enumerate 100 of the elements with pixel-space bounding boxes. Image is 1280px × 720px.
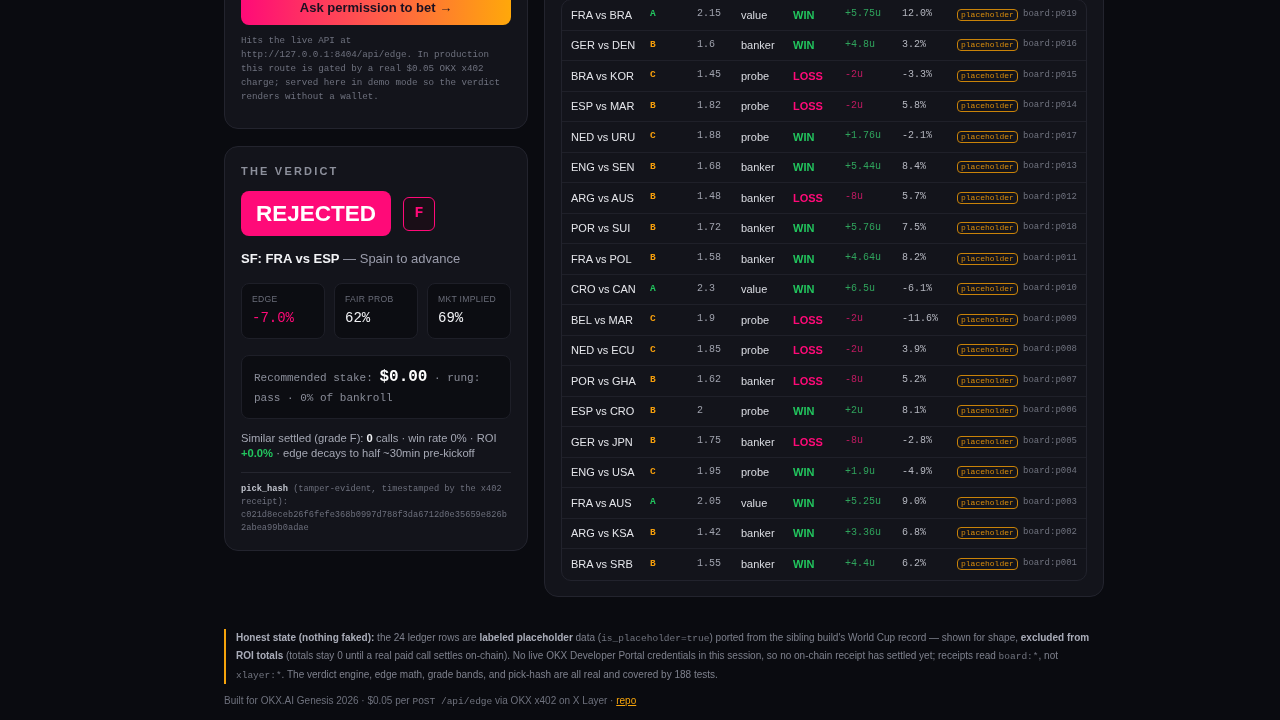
result-cell: WIN	[793, 252, 815, 265]
pick-hash-label: pick_hash (tamper-evident, timestamped by the x402 receipt):	[241, 483, 503, 509]
odds-cell: 2.3	[697, 282, 715, 294]
result-cell: WIN	[793, 222, 815, 235]
percent-cell: 6.2%	[902, 557, 926, 569]
match-cell: FRA vs BRA	[571, 8, 633, 21]
grade-cell: B	[650, 374, 656, 386]
match-cell: ARG vs AUS	[571, 191, 634, 204]
odds-cell: 1.55	[697, 557, 721, 569]
stat-label: MKT IMPLIED	[438, 293, 498, 305]
units-cell: -2u	[845, 343, 863, 355]
result-cell: WIN	[793, 466, 815, 479]
result-cell: WIN	[793, 39, 815, 52]
stat-value: 69%	[438, 309, 465, 327]
type-cell: probe	[741, 130, 770, 143]
board-ref-cell: board:p016	[1023, 39, 1077, 50]
grade-cell: B	[650, 435, 656, 447]
percent-cell: -11.6%	[902, 313, 938, 325]
board-ref-cell: board:p011	[1023, 252, 1077, 263]
grade-cell: B	[650, 526, 656, 538]
grade-cell: C	[650, 343, 656, 355]
match-cell: ESP vs MAR	[571, 100, 635, 113]
units-cell: +5.25u	[845, 496, 881, 508]
grade-cell: B	[650, 191, 656, 203]
type-cell: probe	[741, 344, 770, 357]
result-cell: LOSS	[793, 313, 823, 326]
match-cell: FRA vs POL	[571, 252, 632, 265]
type-cell: probe	[741, 69, 770, 82]
match-cell: ENG vs SEN	[571, 161, 635, 174]
grade-cell: C	[650, 313, 656, 325]
honest-state-note: Honest state (nothing faked): the 24 ledger rows are labeled placeholder data (is_placeholder=true) ported from the sibling build's World Cup record — shown for shape, excluded from ROI totals (totals stay 0 until a real paid call settles on-chain). No live OKX Developer Portal credentials in this session, so no on-chain receipt has settled yet; receipts read board:*, not xlayer:*. The verdict engine, edge math, grade bands, and pick-hash are all real and covered by 188 tests.	[224, 628, 1104, 684]
placeholder-tag: placeholder	[957, 496, 1018, 509]
verdict-status-badge: REJECTED	[241, 191, 392, 236]
match-cell: CRO vs CAN	[571, 283, 636, 296]
percent-cell: 3.9%	[902, 343, 926, 355]
percent-cell: -4.9%	[902, 465, 932, 477]
match-cell: GER vs DEN	[571, 39, 636, 52]
odds-cell: 1.58	[697, 252, 721, 264]
percent-cell: 5.7%	[902, 191, 926, 203]
odds-cell: 1.82	[697, 99, 721, 111]
odds-cell: 1.6	[697, 38, 715, 50]
type-cell: banker	[741, 558, 775, 571]
ask-permission-button[interactable]: Ask permission to bet →	[241, 0, 511, 25]
odds-cell: 1.88	[697, 130, 721, 142]
grade-cell: B	[650, 160, 656, 172]
stake-text: Recommended stake: $0.00 · rung: pass · 0% of bankroll	[254, 367, 482, 406]
board-ref-cell: board:p014	[1023, 100, 1077, 111]
units-cell: +4.4u	[845, 557, 875, 569]
percent-cell: 8.1%	[902, 404, 926, 416]
match-cell: NED vs URU	[571, 130, 636, 143]
grade-cell: B	[650, 252, 656, 264]
odds-cell: 1.62	[697, 374, 721, 386]
board-ref-cell: board:p005	[1023, 435, 1077, 446]
odds-cell: 2	[697, 404, 703, 416]
percent-cell: 8.2%	[902, 252, 926, 264]
percent-cell: 5.8%	[902, 99, 926, 111]
units-cell: -8u	[845, 435, 863, 447]
placeholder-tag: placeholder	[957, 161, 1018, 174]
match-cell: NED vs ECU	[571, 344, 635, 357]
placeholder-tag: placeholder	[957, 130, 1018, 143]
credit-line: Built for OKX.AI Genesis 2026 · $0.05 per POST /api/edge via OKX x402 on X Layer · repo	[224, 694, 638, 709]
board-ref-cell: board:p015	[1023, 69, 1077, 80]
result-cell: LOSS	[793, 344, 823, 357]
units-cell: +5.44u	[845, 160, 881, 172]
units-cell: -2u	[845, 69, 863, 81]
match-cell: ARG vs KSA	[571, 527, 634, 540]
api-note: Hits the live API at http://127.0.0.1:8404/api/edge. In production this route is gated by a real $0.05 OKX x402 charge; served here in demo mode so the verdict renders without a wallet.	[241, 34, 502, 104]
percent-cell: 8.4%	[902, 160, 926, 172]
result-cell: WIN	[793, 496, 815, 509]
match-cell: BEL vs MAR	[571, 313, 633, 326]
type-cell: banker	[741, 252, 775, 265]
grade-cell: B	[650, 221, 656, 233]
result-cell: WIN	[793, 130, 815, 143]
placeholder-tag: placeholder	[957, 374, 1018, 387]
repo-link[interactable]: repo	[616, 695, 637, 706]
type-cell: banker	[741, 222, 775, 235]
odds-cell: 1.75	[697, 435, 721, 447]
type-cell: value	[741, 496, 768, 509]
stat-value: 62%	[345, 309, 372, 327]
match-cell: GER vs JPN	[571, 435, 633, 448]
type-cell: banker	[741, 191, 775, 204]
grade-cell: B	[650, 557, 656, 569]
placeholder-tag: placeholder	[957, 405, 1018, 418]
percent-cell: -3.3%	[902, 69, 932, 81]
units-cell: +6.5u	[845, 282, 875, 294]
odds-cell: 1.68	[697, 160, 721, 172]
match-cell: POR vs SUI	[571, 222, 631, 235]
percent-cell: 3.2%	[902, 38, 926, 50]
type-cell: banker	[741, 374, 775, 387]
percent-cell: 7.5%	[902, 221, 926, 233]
units-cell: +3.36u	[845, 526, 881, 538]
grade-cell: C	[650, 465, 656, 477]
type-cell: probe	[741, 466, 770, 479]
board-ref-cell: board:p012	[1023, 191, 1077, 202]
units-cell: +5.76u	[845, 221, 881, 233]
board-ref-cell: board:p004	[1023, 466, 1077, 477]
units-cell: -8u	[845, 191, 863, 203]
placeholder-tag: placeholder	[957, 252, 1018, 265]
grade-cell: B	[650, 38, 656, 50]
board-ref-cell: board:p008	[1023, 344, 1077, 355]
